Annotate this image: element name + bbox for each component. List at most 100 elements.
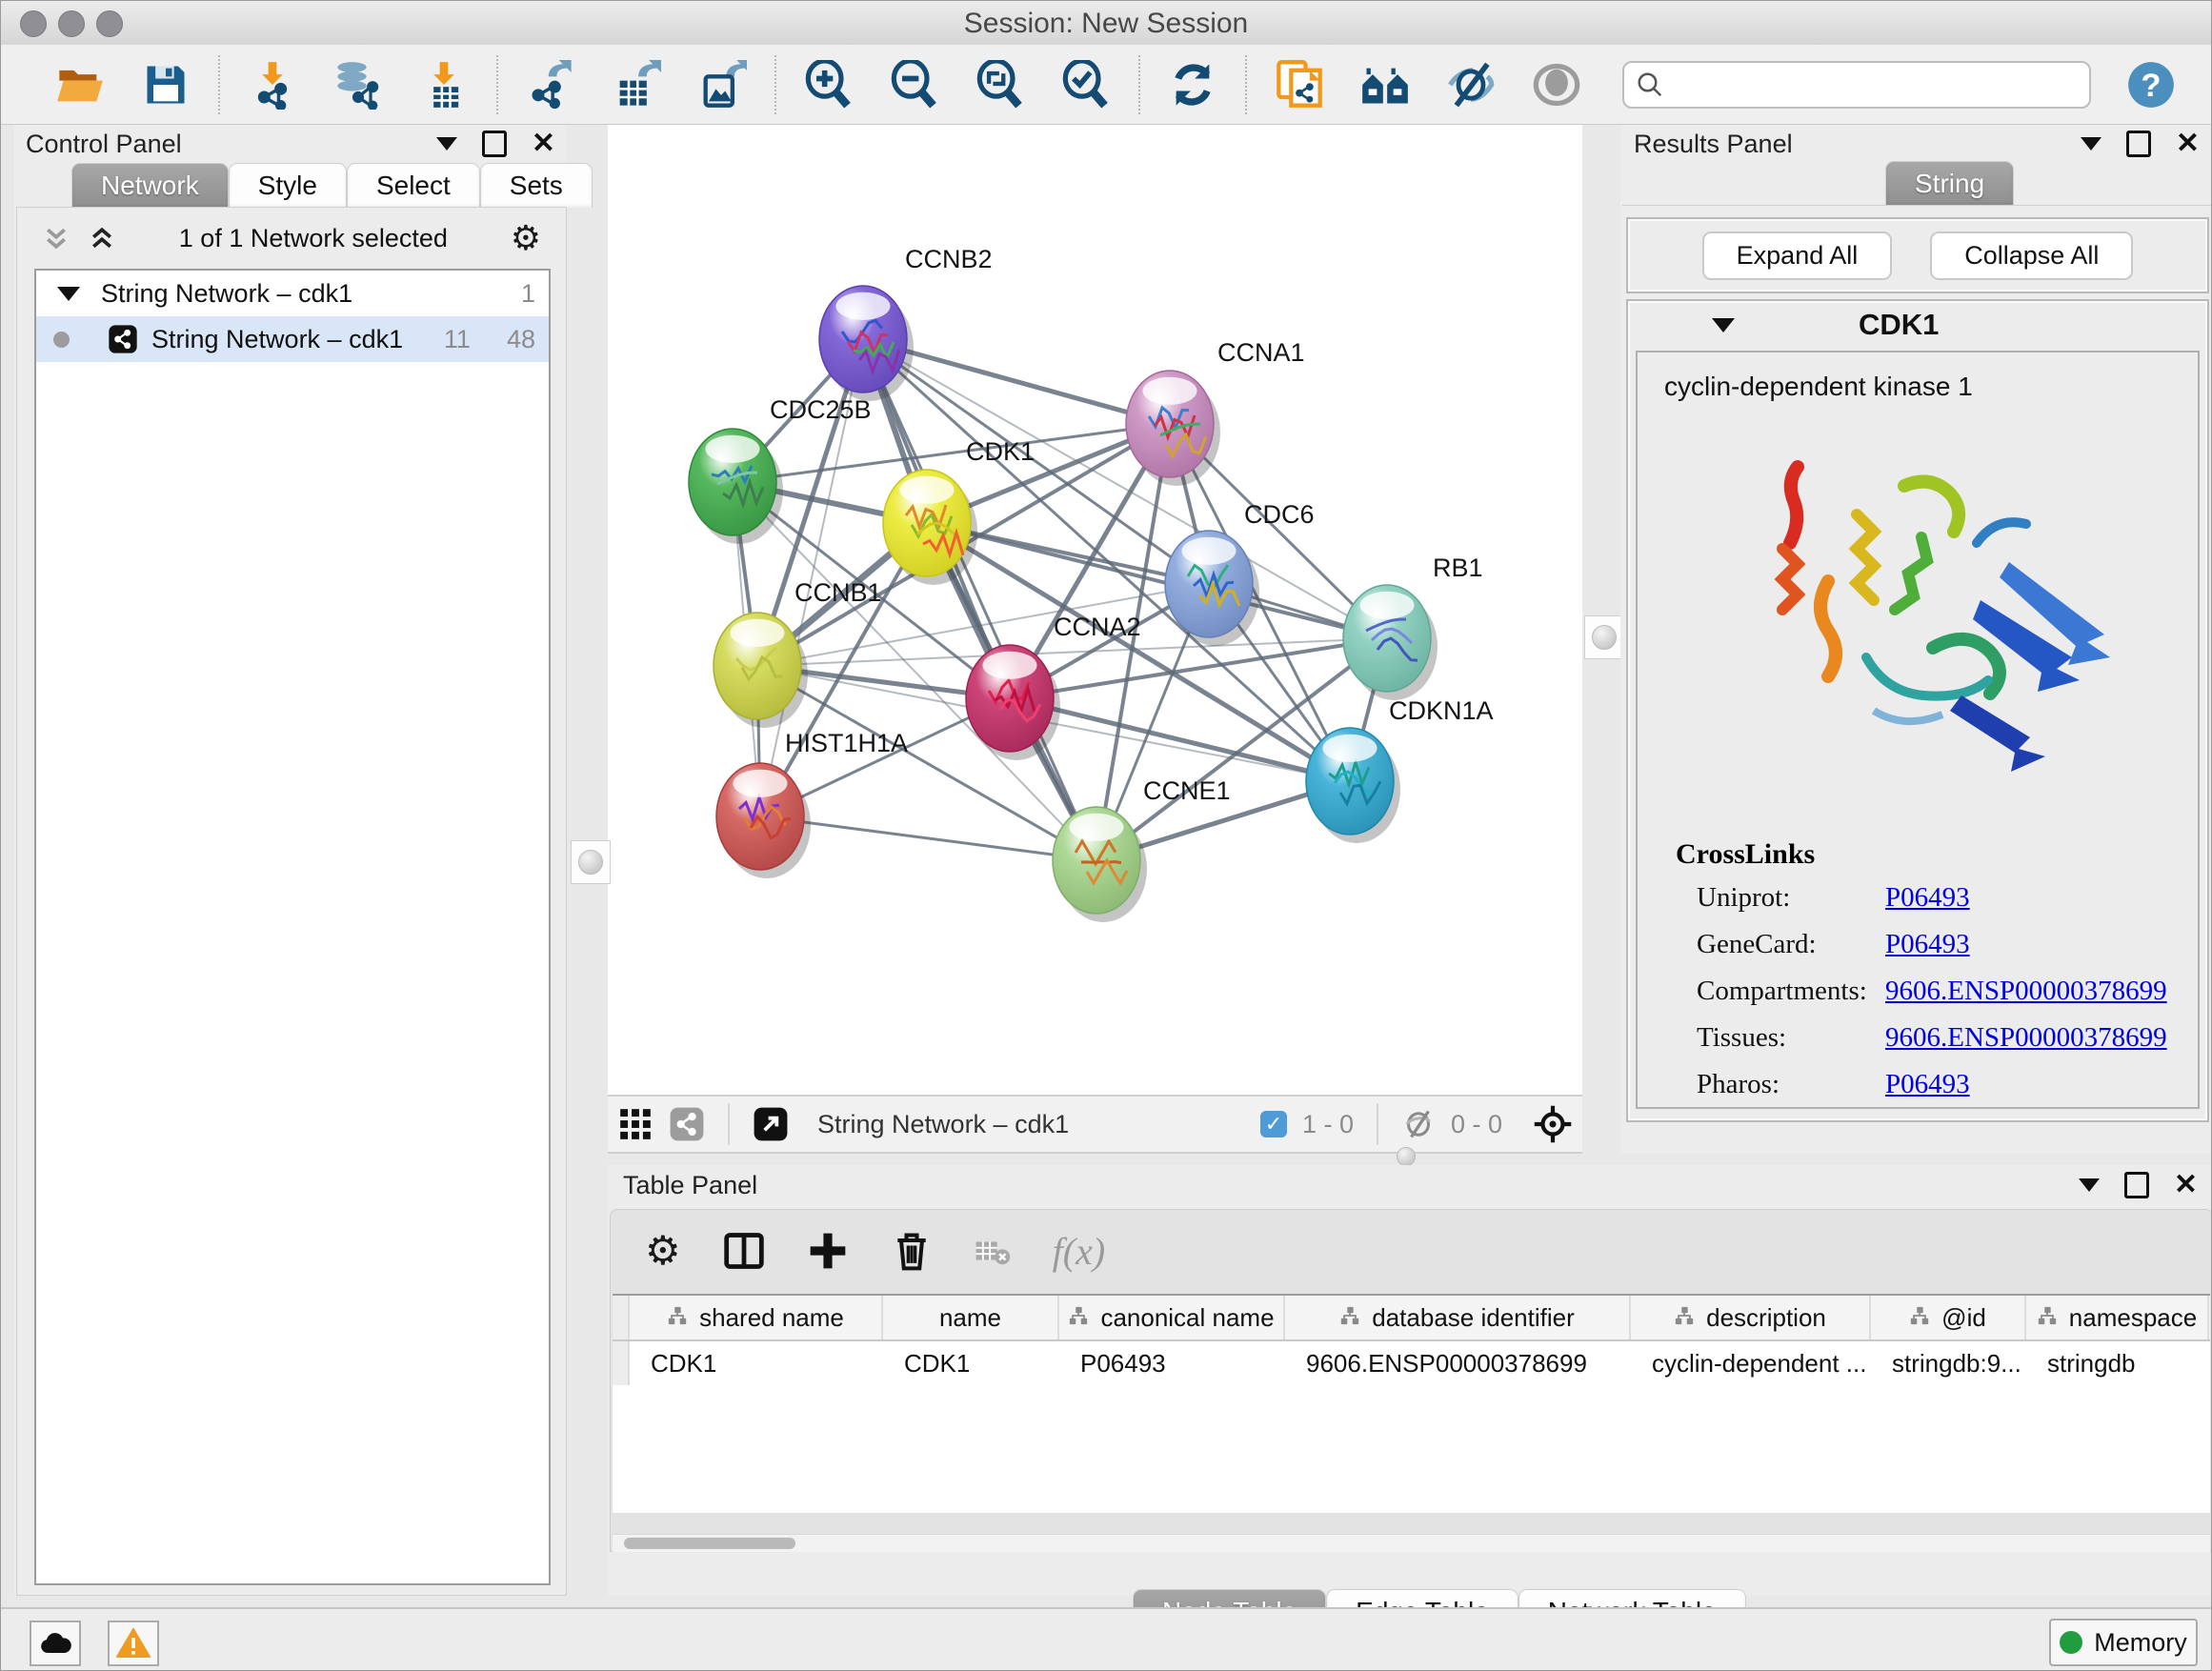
node-CCNA2[interactable]: CCNA2 — [966, 613, 1141, 760]
protein-structure-image[interactable] — [1752, 429, 2133, 810]
apply-layout-button[interactable] — [1167, 59, 1218, 111]
column-header-namespace[interactable]: namespace — [2026, 1296, 2209, 1339]
zoom-out-button[interactable] — [889, 59, 940, 111]
tab-string[interactable]: String — [1885, 161, 2014, 206]
network-canvas[interactable]: CCNB2CCNA1CDC25BCDK1CDC6RB1CCNB1CCNA2CDK… — [608, 125, 1582, 1095]
node-CDC6[interactable]: CDC6 — [1165, 500, 1315, 646]
save-session-button[interactable] — [140, 59, 191, 111]
delete-column-icon[interactable] — [891, 1230, 933, 1272]
network-selection-status: 1 of 1 Network selected — [116, 224, 511, 253]
expand-all-icon[interactable] — [88, 224, 116, 252]
zoom-fit-button[interactable] — [975, 59, 1026, 111]
table-row[interactable]: CDK1CDK1P064939606.ENSP00000378699cyclin… — [613, 1341, 2210, 1385]
row-gutter — [613, 1341, 630, 1385]
import-table-button[interactable] — [418, 59, 470, 111]
column-header-shared-name[interactable]: shared name — [630, 1296, 883, 1339]
node-CDKN1A[interactable]: CDKN1A — [1306, 696, 1494, 843]
export-network-button[interactable] — [525, 59, 576, 111]
selected-checkbox-icon[interactable]: ✓ — [1260, 1111, 1287, 1137]
column-header-database-identifier[interactable]: database identifier — [1285, 1296, 1631, 1339]
first-neighbors-button[interactable] — [1359, 59, 1411, 111]
node-CCNA1[interactable]: CCNA1 — [1126, 338, 1305, 486]
edge-CCNB2-CCNE1[interactable] — [863, 339, 1096, 860]
network-options-gear-icon[interactable]: ⚙ — [511, 221, 541, 255]
add-column-icon[interactable] — [807, 1230, 849, 1272]
help-button[interactable]: ? — [2125, 59, 2177, 111]
panel-float-icon[interactable] — [2126, 131, 2151, 157]
collapse-all-icon[interactable] — [42, 224, 70, 252]
column-header-description[interactable]: description — [1631, 1296, 1871, 1339]
import-network-file-button[interactable] — [247, 59, 298, 111]
right-splitter-handle[interactable] — [1584, 615, 1624, 659]
node-CDC25B[interactable]: CDC25B — [689, 395, 872, 544]
collapse-all-button[interactable]: Collapse All — [1930, 232, 2133, 280]
expander-icon[interactable] — [1712, 318, 1735, 332]
tab-style[interactable]: Style — [229, 163, 347, 208]
node-table[interactable]: shared namenamecanonical namedatabase id… — [613, 1294, 2210, 1513]
node-RB1[interactable]: RB1 — [1343, 554, 1483, 700]
gene-card-header[interactable]: CDK1 — [1628, 301, 2207, 349]
network-collection-row[interactable]: String Network – cdk1 1 — [36, 271, 549, 316]
column-header--id[interactable]: @id — [1871, 1296, 2026, 1339]
birdseye-icon[interactable] — [1533, 1104, 1573, 1144]
bottom-splitter-handle[interactable] — [1385, 1150, 1427, 1163]
cell-canonical-name[interactable]: P06493 — [1059, 1341, 1285, 1385]
panel-menu-icon[interactable] — [2081, 137, 2101, 151]
memory-button[interactable]: Memory — [2049, 1619, 2198, 1666]
warning-button[interactable] — [108, 1621, 159, 1666]
cloud-icon — [39, 1632, 71, 1655]
cell-database-identifier[interactable]: 9606.ENSP00000378699 — [1285, 1341, 1631, 1385]
hidden-eye-icon[interactable] — [1401, 1107, 1436, 1141]
detach-view-icon[interactable] — [753, 1106, 789, 1142]
export-image-button[interactable] — [696, 59, 748, 111]
import-network-database-button[interactable] — [332, 59, 384, 111]
scrollbar-thumb[interactable] — [624, 1538, 795, 1549]
cell-name[interactable]: CDK1 — [883, 1341, 1059, 1385]
show-all-button[interactable] — [1531, 59, 1582, 111]
table-options-gear-icon[interactable]: ⚙ — [645, 1231, 681, 1271]
panel-close-icon[interactable]: ✕ — [532, 130, 555, 158]
edge-CDK1-RB1[interactable] — [927, 523, 1387, 638]
clone-network-button[interactable] — [1274, 59, 1325, 111]
search-box[interactable] — [1622, 61, 2091, 109]
cell-namespace[interactable]: stringdb — [2026, 1341, 2209, 1385]
node-CCNB2[interactable]: CCNB2 — [819, 245, 993, 401]
cell--id[interactable]: stringdb:9... — [1871, 1341, 2026, 1385]
cell-shared-name[interactable]: CDK1 — [630, 1341, 883, 1385]
expander-icon[interactable] — [57, 287, 80, 301]
panel-menu-icon[interactable] — [436, 137, 457, 151]
panel-close-icon[interactable]: ✕ — [2176, 130, 2200, 158]
panel-menu-icon[interactable] — [2079, 1178, 2100, 1192]
crosslink-link[interactable]: 9606.ENSP00000378699 — [1885, 1022, 2167, 1054]
crosslink-link[interactable]: 9606.ENSP00000378699 — [1885, 976, 2167, 1007]
tab-select[interactable]: Select — [347, 163, 480, 208]
node-CCNB1[interactable]: CCNB1 — [714, 578, 882, 728]
table-horizontal-scrollbar[interactable] — [613, 1534, 2210, 1552]
zoom-selected-button[interactable] — [1060, 59, 1112, 111]
node-HIST1H1A[interactable]: HIST1H1A — [716, 729, 908, 878]
search-input[interactable] — [1664, 69, 2078, 100]
column-header-canonical-name[interactable]: canonical name — [1059, 1296, 1285, 1339]
node-CCNE1[interactable]: CCNE1 — [1053, 776, 1231, 922]
left-splitter-handle[interactable] — [571, 840, 611, 884]
export-table-button[interactable] — [611, 59, 662, 111]
column-header-name[interactable]: name — [883, 1296, 1059, 1339]
open-session-button[interactable] — [54, 59, 106, 111]
cell-description[interactable]: cyclin-dependent ... — [1631, 1341, 1871, 1385]
show-columns-icon[interactable] — [723, 1230, 765, 1272]
crosslink-link[interactable]: P06493 — [1885, 882, 1970, 914]
tab-network[interactable]: Network — [71, 163, 229, 208]
tab-sets[interactable]: Sets — [480, 163, 593, 208]
panel-float-icon[interactable] — [2124, 1172, 2149, 1198]
network-row[interactable]: String Network – cdk1 11 48 — [36, 316, 549, 362]
panel-float-icon[interactable] — [482, 131, 507, 157]
cloud-button[interactable] — [30, 1621, 81, 1666]
crosslink-link[interactable]: P06493 — [1885, 929, 1970, 960]
grid-view-icon[interactable] — [617, 1106, 654, 1142]
zoom-in-button[interactable] — [803, 59, 855, 111]
hide-selected-button[interactable] — [1445, 59, 1497, 111]
crosslink-link[interactable]: P06493 — [1885, 1069, 1970, 1100]
panel-close-icon[interactable]: ✕ — [2174, 1171, 2198, 1199]
expand-all-button[interactable]: Expand All — [1702, 232, 1893, 280]
network-view-icon[interactable] — [669, 1106, 705, 1142]
